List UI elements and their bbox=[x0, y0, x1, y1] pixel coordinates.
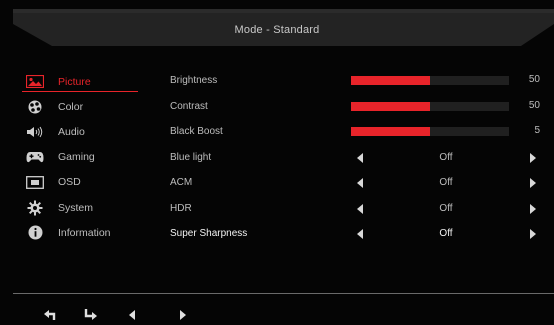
slider-fill bbox=[351, 76, 430, 85]
setting-value: 50 bbox=[528, 74, 540, 85]
menu-item-system[interactable]: System bbox=[22, 195, 138, 220]
left-arrow-icon[interactable] bbox=[125, 309, 139, 321]
setting-super-sharpness[interactable]: Super Sharpness Off bbox=[170, 221, 548, 247]
osd-panel: Mode - Standard Picture Color Audio Gami… bbox=[0, 0, 554, 325]
right-arrow-icon[interactable] bbox=[530, 152, 536, 163]
color-palette-icon bbox=[26, 100, 44, 114]
setting-label: Blue light bbox=[170, 151, 212, 163]
setting-label: HDR bbox=[170, 202, 192, 214]
menu-label: System bbox=[58, 201, 94, 214]
setting-option-value: Off bbox=[439, 177, 453, 188]
menu-item-osd[interactable]: OSD bbox=[22, 170, 138, 195]
menu-label: Picture bbox=[58, 75, 91, 88]
black-boost-slider[interactable] bbox=[351, 127, 509, 136]
menu-label: Audio bbox=[58, 125, 85, 138]
setting-label: Super Sharpness bbox=[170, 228, 248, 240]
setting-option-value: Off bbox=[439, 228, 453, 239]
setting-value: 5 bbox=[534, 125, 540, 136]
menu-label: Color bbox=[58, 100, 84, 113]
menu-label: Gaming bbox=[58, 151, 95, 164]
menu-item-gaming[interactable]: Gaming bbox=[22, 145, 138, 170]
info-icon bbox=[26, 225, 44, 240]
right-arrow-icon[interactable] bbox=[530, 229, 536, 239]
left-arrow-icon[interactable] bbox=[357, 229, 363, 239]
setting-hdr[interactable]: HDR Off bbox=[170, 196, 548, 222]
footer-divider bbox=[13, 293, 554, 294]
menu-label: Information bbox=[58, 226, 111, 239]
setting-brightness[interactable]: Brightness 50 bbox=[170, 68, 548, 94]
setting-acm[interactable]: ACM Off bbox=[170, 170, 548, 196]
system-gear-icon bbox=[26, 200, 44, 216]
osd-window-icon bbox=[26, 175, 44, 189]
main-menu: Picture Color Audio Gaming OSD System In… bbox=[22, 69, 138, 245]
menu-item-picture[interactable]: Picture bbox=[22, 69, 138, 94]
speaker-icon bbox=[26, 125, 44, 139]
setting-contrast[interactable]: Contrast 50 bbox=[170, 94, 548, 120]
contrast-slider[interactable] bbox=[351, 101, 509, 111]
setting-black-boost[interactable]: Black Boost 5 bbox=[170, 119, 548, 145]
menu-item-information[interactable]: Information bbox=[22, 220, 138, 245]
enter-icon[interactable] bbox=[83, 309, 97, 321]
menu-item-color[interactable]: Color bbox=[22, 94, 138, 119]
right-arrow-icon[interactable] bbox=[530, 178, 536, 188]
left-arrow-icon[interactable] bbox=[357, 203, 363, 214]
setting-option-value: Off bbox=[439, 202, 453, 214]
setting-label: Black Boost bbox=[170, 126, 223, 138]
left-arrow-icon[interactable] bbox=[357, 178, 363, 188]
brightness-slider[interactable] bbox=[351, 76, 509, 85]
setting-value: 50 bbox=[528, 99, 540, 111]
mode-title: Mode - Standard bbox=[234, 24, 320, 36]
slider-fill bbox=[351, 127, 430, 136]
back-icon[interactable] bbox=[44, 309, 58, 321]
menu-item-audio[interactable]: Audio bbox=[22, 119, 138, 144]
menu-label: OSD bbox=[58, 176, 81, 189]
setting-blue-light[interactable]: Blue light Off bbox=[170, 145, 548, 171]
setting-option-value: Off bbox=[439, 151, 453, 163]
setting-label: ACM bbox=[170, 177, 193, 189]
setting-label: Contrast bbox=[170, 100, 208, 112]
right-arrow-icon[interactable] bbox=[530, 203, 536, 214]
gamepad-icon bbox=[26, 150, 44, 164]
left-arrow-icon[interactable] bbox=[357, 152, 363, 163]
picture-icon bbox=[26, 75, 44, 89]
setting-label: Brightness bbox=[170, 75, 218, 87]
settings-list: Brightness 50 Contrast 50 Black Boost 5 … bbox=[170, 68, 548, 247]
right-arrow-icon[interactable] bbox=[176, 309, 190, 321]
slider-fill bbox=[351, 101, 430, 111]
